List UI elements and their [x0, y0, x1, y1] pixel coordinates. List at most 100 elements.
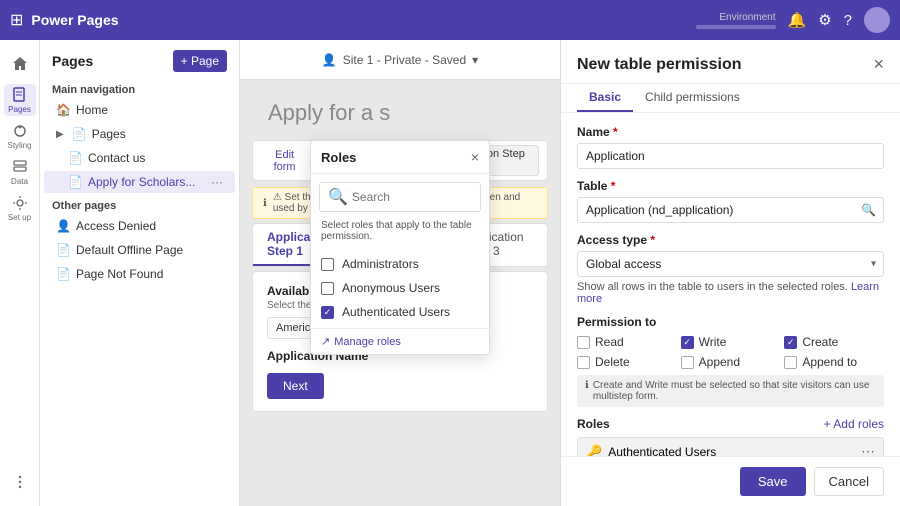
table-select-wrapper: 🔍 [577, 197, 884, 223]
nav-item-contact[interactable]: 📄 Contact us [44, 147, 235, 169]
sidebar-item-data[interactable]: Data [4, 156, 36, 188]
page-title-text: Apply for a s [252, 92, 548, 134]
role-auth-checkbox[interactable]: ✓ [321, 306, 334, 319]
panel-close-button[interactable]: × [873, 54, 884, 75]
topbar-right: Environment 🔔 ⚙ ? [696, 7, 890, 33]
avatar[interactable] [864, 7, 890, 33]
info-note: ℹ Create and Write must be selected so t… [577, 375, 884, 407]
panel-header: New table permission × [561, 40, 900, 84]
site-info: Site 1 - Private - Saved [343, 53, 466, 67]
perm-delete: Delete [577, 355, 677, 369]
perm-append-checkbox[interactable] [681, 356, 694, 369]
role-tag-more[interactable]: ⋯ [861, 443, 875, 456]
next-button[interactable]: Next [267, 373, 324, 399]
role-item-anon[interactable]: Anonymous Users [311, 276, 489, 300]
roles-close-button[interactable]: × [471, 149, 479, 165]
data-icon [12, 159, 28, 175]
info-note-icon: ℹ [585, 380, 589, 391]
sidebar-item-styling[interactable]: Styling [4, 120, 36, 152]
nav-item-pages[interactable]: ▶ 📄 Pages [44, 123, 235, 145]
tab-basic[interactable]: Basic [577, 84, 633, 112]
table-search-icon: 🔍 [861, 203, 876, 217]
panel-title: New table permission [577, 56, 742, 74]
manage-roles-icon: ↗ [321, 335, 330, 348]
perm-create: ✓ Create [784, 335, 884, 349]
nav-item-offline[interactable]: 📄 Default Offline Page [44, 239, 235, 261]
not-found-label: Page Not Found [76, 267, 163, 281]
main-nav-label: Main navigation [40, 78, 239, 98]
roles-description: Select roles that apply to the table per… [311, 220, 489, 248]
home-nav-label: Home [76, 103, 108, 117]
perm-append: Append [681, 355, 781, 369]
offline-icon: 📄 [56, 243, 70, 257]
perm-delete-checkbox[interactable] [577, 356, 590, 369]
access-type-select[interactable]: Global access [577, 251, 884, 277]
role-anon-label: Anonymous Users [342, 281, 440, 295]
access-denied-icon: 👤 [56, 219, 70, 233]
sidebar-item-pages[interactable]: Pages [4, 84, 36, 116]
more-options-icon[interactable] [4, 466, 36, 498]
table-input[interactable] [577, 197, 884, 223]
main-layout: Pages Styling Data Set up Pages + Page M… [0, 40, 900, 506]
perm-write-checkbox[interactable]: ✓ [681, 336, 694, 349]
add-page-button[interactable]: + Page [173, 50, 227, 72]
roles-dropdown: Roles × 🔍 Select roles that apply to the… [310, 140, 490, 355]
name-input[interactable] [577, 143, 884, 169]
nav-item-home[interactable]: 🏠 Home [44, 99, 235, 121]
apply-nav-more[interactable]: ··· [211, 175, 223, 189]
apply-nav-icon: 📄 [68, 175, 82, 189]
pages-expand-arrow: ▶ [56, 129, 64, 140]
roles-section-title: Roles [577, 417, 610, 431]
pages-nav-label: Pages [92, 127, 126, 141]
apply-nav-label: Apply for Scholars... [88, 175, 195, 189]
grid-icon[interactable]: ⊞ [10, 10, 23, 30]
data-icon-label: Data [11, 177, 28, 186]
styling-icon-label: Styling [7, 141, 31, 150]
right-panel: New table permission × Basic Child permi… [560, 40, 900, 506]
nav-item-not-found[interactable]: 📄 Page Not Found [44, 263, 235, 285]
home-icon [12, 56, 28, 72]
panel-tabs: Basic Child permissions [561, 84, 900, 113]
nav-item-access-denied[interactable]: 👤 Access Denied [44, 215, 235, 237]
perm-append-to-checkbox[interactable] [784, 356, 797, 369]
search-icon: 🔍 [328, 187, 348, 207]
roles-title: Roles [321, 150, 356, 165]
tab-child-permissions[interactable]: Child permissions [633, 84, 752, 112]
roles-search-input[interactable] [352, 190, 472, 204]
roles-section-header: Roles + Add roles [577, 417, 884, 431]
panel-body: Name * Table * 🔍 Access type * [561, 113, 900, 456]
settings-icon[interactable]: ⚙ [818, 11, 831, 29]
perm-create-checkbox[interactable]: ✓ [784, 336, 797, 349]
edit-form-button[interactable]: Edit form [261, 147, 308, 175]
manage-roles-link[interactable]: ↗ Manage roles [311, 328, 489, 354]
perm-read-checkbox[interactable] [577, 336, 590, 349]
role-tag-icon: 🔑 [586, 444, 602, 457]
role-item-admins[interactable]: Administrators [311, 252, 489, 276]
help-icon[interactable]: ? [844, 12, 852, 29]
nav-item-apply[interactable]: 📄 Apply for Scholars... ··· [44, 171, 235, 193]
icon-sidebar: Pages Styling Data Set up [0, 40, 40, 506]
app-title: Power Pages [31, 12, 687, 28]
role-anon-checkbox[interactable] [321, 282, 334, 295]
access-denied-label: Access Denied [76, 219, 156, 233]
sidebar-item-setup[interactable]: Set up [4, 192, 36, 224]
role-item-auth[interactable]: ✓ Authenticated Users [311, 300, 489, 324]
bell-icon[interactable]: 🔔 [788, 11, 807, 29]
cancel-button[interactable]: Cancel [814, 467, 884, 496]
role-admins-checkbox[interactable] [321, 258, 334, 271]
env-bar [696, 25, 776, 29]
pages-icon [12, 87, 28, 103]
save-button[interactable]: Save [740, 467, 806, 496]
add-roles-button[interactable]: + Add roles [824, 417, 884, 431]
access-type-label: Access type * [577, 233, 884, 247]
pages-panel-title: Pages [52, 53, 93, 69]
pages-icon-label: Pages [8, 105, 31, 114]
sidebar-item-home[interactable] [4, 48, 36, 80]
permission-to-label: Permission to [577, 315, 884, 329]
site-person-icon: 👤 [322, 53, 337, 67]
pages-header: Pages + Page [40, 40, 239, 78]
setup-icon [12, 195, 28, 211]
info-icon: ℹ [263, 198, 267, 209]
content-area: 👤 Site 1 - Private - Saved ▾ Apply for a… [240, 40, 560, 506]
roles-section: Roles + Add roles 🔑 Authenticated Users … [577, 417, 884, 456]
